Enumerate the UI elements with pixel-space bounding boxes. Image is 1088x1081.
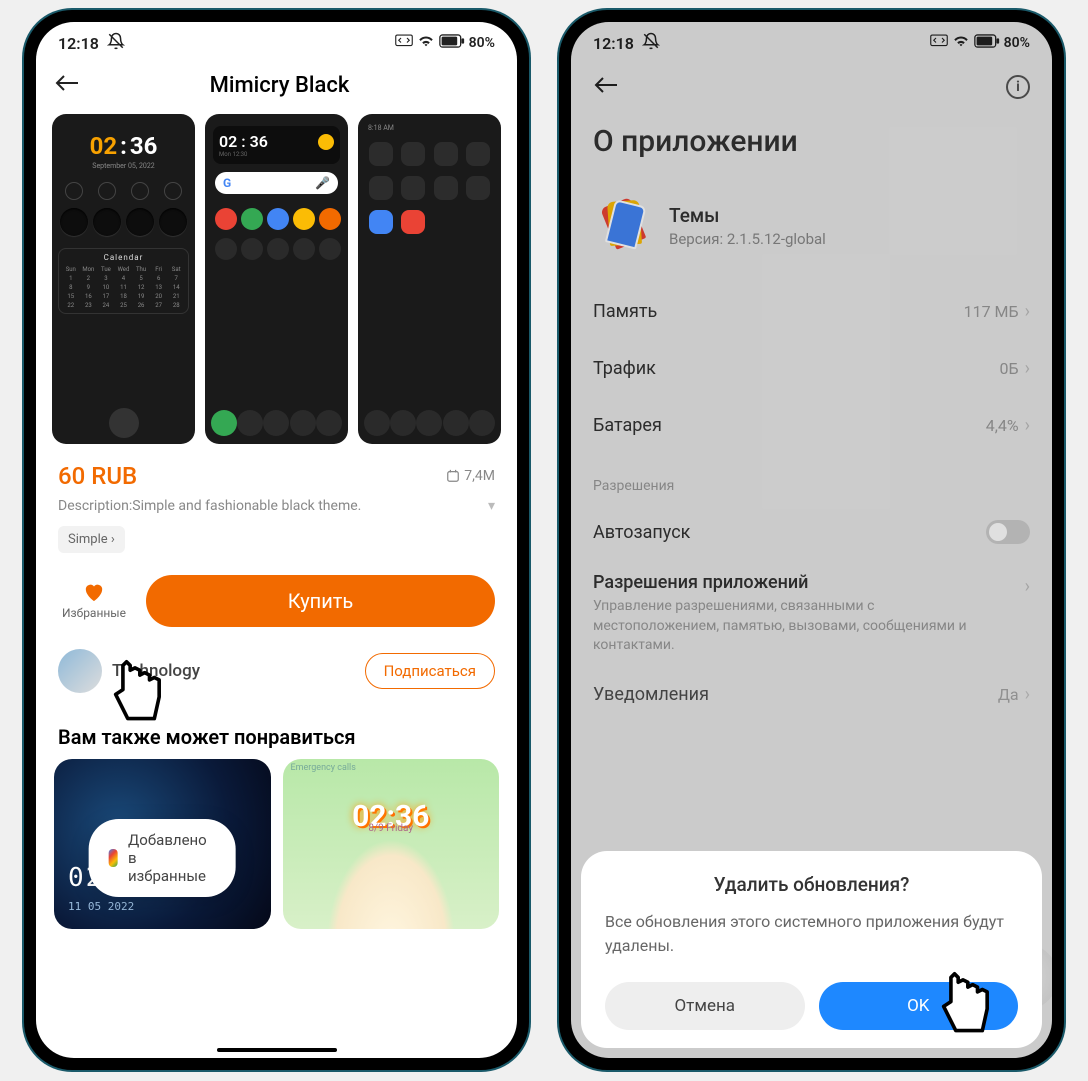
input-icon <box>395 34 413 52</box>
similar-theme-2[interactable]: Emergency calls 02:36 8/9 Friday <box>283 759 500 929</box>
toast-added-favorites: Добавлено в избранные <box>89 819 236 897</box>
bell-off-icon <box>107 32 125 54</box>
preview-drawer[interactable]: 8:18 AM <box>358 114 501 444</box>
theme-description: Description:Simple and fashionable black… <box>58 498 361 514</box>
wifi-icon <box>417 34 435 52</box>
subscribe-button[interactable]: Подписаться <box>365 653 495 689</box>
page-title: Mimicry Black <box>94 73 465 98</box>
status-bar: 12:18 80% <box>36 22 517 60</box>
favorite-button[interactable] <box>58 582 130 608</box>
theme-previews: 02:36 September 05, 2022 Calendar SunMon… <box>36 110 517 448</box>
battery-pct: 80% <box>469 35 495 51</box>
google-search-bar: G🎤 <box>215 172 338 194</box>
preview-homescreen[interactable]: 02:36 Mon 12:30 G🎤 <box>205 114 348 444</box>
dialog-title: Удалить обновления? <box>605 873 1018 896</box>
buy-button[interactable]: Купить <box>146 575 495 627</box>
battery-icon <box>439 34 465 52</box>
themes-app-icon <box>109 849 118 867</box>
tag-simple[interactable]: Simple › <box>58 526 125 553</box>
similar-theme-1[interactable]: 02:36 11 05 2022 Добавлено в избранные <box>54 759 271 929</box>
author-name[interactable]: Technology <box>112 661 200 681</box>
back-button[interactable] <box>54 70 80 100</box>
ok-button[interactable]: OK <box>819 982 1019 1030</box>
preview-lockscreen[interactable]: 02:36 September 05, 2022 Calendar SunMon… <box>52 114 195 444</box>
expand-icon[interactable]: ▾ <box>488 498 495 514</box>
status-time: 12:18 <box>58 34 99 53</box>
delete-updates-dialog: Удалить обновления? Все обновления этого… <box>581 851 1042 1048</box>
favorite-label: Избранные <box>58 606 130 620</box>
cancel-button[interactable]: Отмена <box>605 982 805 1030</box>
similar-heading: Вам также может понравиться <box>36 703 517 759</box>
dialog-body: Все обновления этого системного приложен… <box>605 910 1018 958</box>
theme-price: 60 RUB <box>58 462 137 490</box>
author-avatar[interactable] <box>58 649 102 693</box>
theme-size: 7,4M <box>446 468 495 484</box>
nav-pill[interactable] <box>217 1048 337 1052</box>
